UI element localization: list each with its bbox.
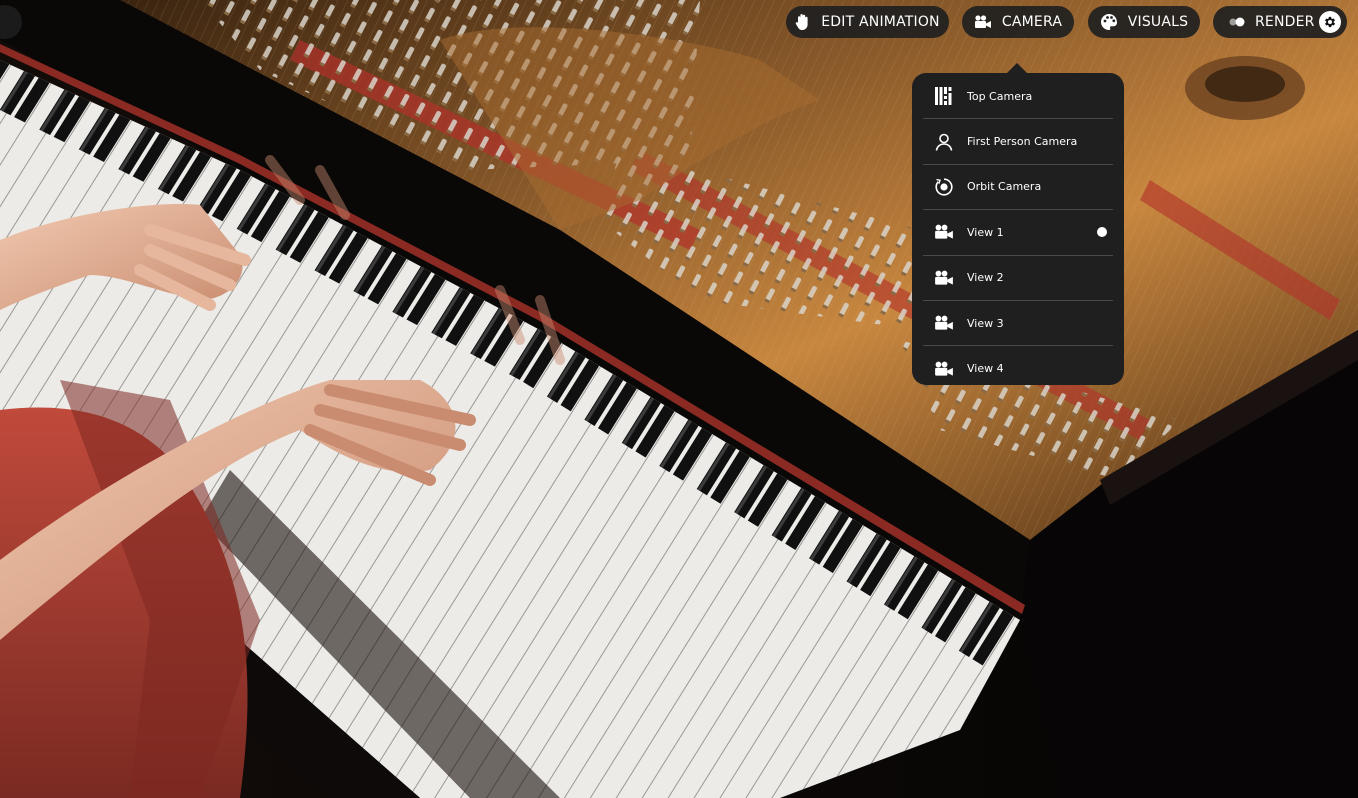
visuals-button[interactable]: VISUALS: [1088, 6, 1200, 38]
render-icon: [1229, 17, 1245, 27]
menu-item-label: View 1: [967, 225, 1004, 239]
gear-icon: [1323, 15, 1337, 29]
menu-item-view-3[interactable]: View 3: [923, 301, 1113, 347]
menu-item-label: View 2: [967, 271, 1004, 285]
person-icon: [932, 130, 956, 154]
camera-label: CAMERA: [1001, 14, 1063, 30]
selected-indicator: [1097, 227, 1107, 238]
camera-menu: Top Camera First Person Camera Orbit Cam…: [912, 73, 1124, 385]
menu-item-view-4[interactable]: View 4: [923, 346, 1113, 390]
camera-button[interactable]: CAMERA: [962, 6, 1074, 38]
menu-item-label: View 3: [967, 316, 1004, 330]
render-button[interactable]: RENDER: [1213, 6, 1347, 38]
render-settings-button[interactable]: [1319, 11, 1341, 33]
hand-icon: [795, 13, 811, 31]
menu-item-label: View 4: [967, 362, 1004, 376]
top-camera-icon: [932, 84, 956, 108]
menu-item-top-camera[interactable]: Top Camera: [923, 74, 1113, 120]
visuals-label: VISUALS: [1127, 14, 1189, 30]
video-camera-icon: [932, 266, 956, 290]
menu-item-view-1[interactable]: View 1: [923, 210, 1113, 256]
menu-item-orbit-camera[interactable]: Orbit Camera: [923, 165, 1113, 211]
menu-item-view-2[interactable]: View 2: [923, 256, 1113, 301]
video-camera-icon: [932, 357, 956, 381]
video-camera-icon: [974, 15, 992, 29]
video-camera-icon: [932, 220, 956, 244]
render-label: RENDER: [1255, 14, 1315, 30]
palette-icon: [1100, 13, 1118, 31]
menu-item-label: First Person Camera: [967, 135, 1078, 149]
menu-item-label: Top Camera: [967, 89, 1033, 103]
menu-item-first-person-camera[interactable]: First Person Camera: [923, 119, 1113, 165]
menu-item-label: Orbit Camera: [967, 180, 1042, 194]
edit-animation-label: EDIT ANIMATION: [821, 14, 940, 30]
orbit-icon: [932, 175, 956, 199]
piano-scene-viewport[interactable]: [0, 0, 1358, 798]
edit-animation-button[interactable]: EDIT ANIMATION: [786, 6, 949, 38]
video-camera-icon: [932, 311, 956, 335]
